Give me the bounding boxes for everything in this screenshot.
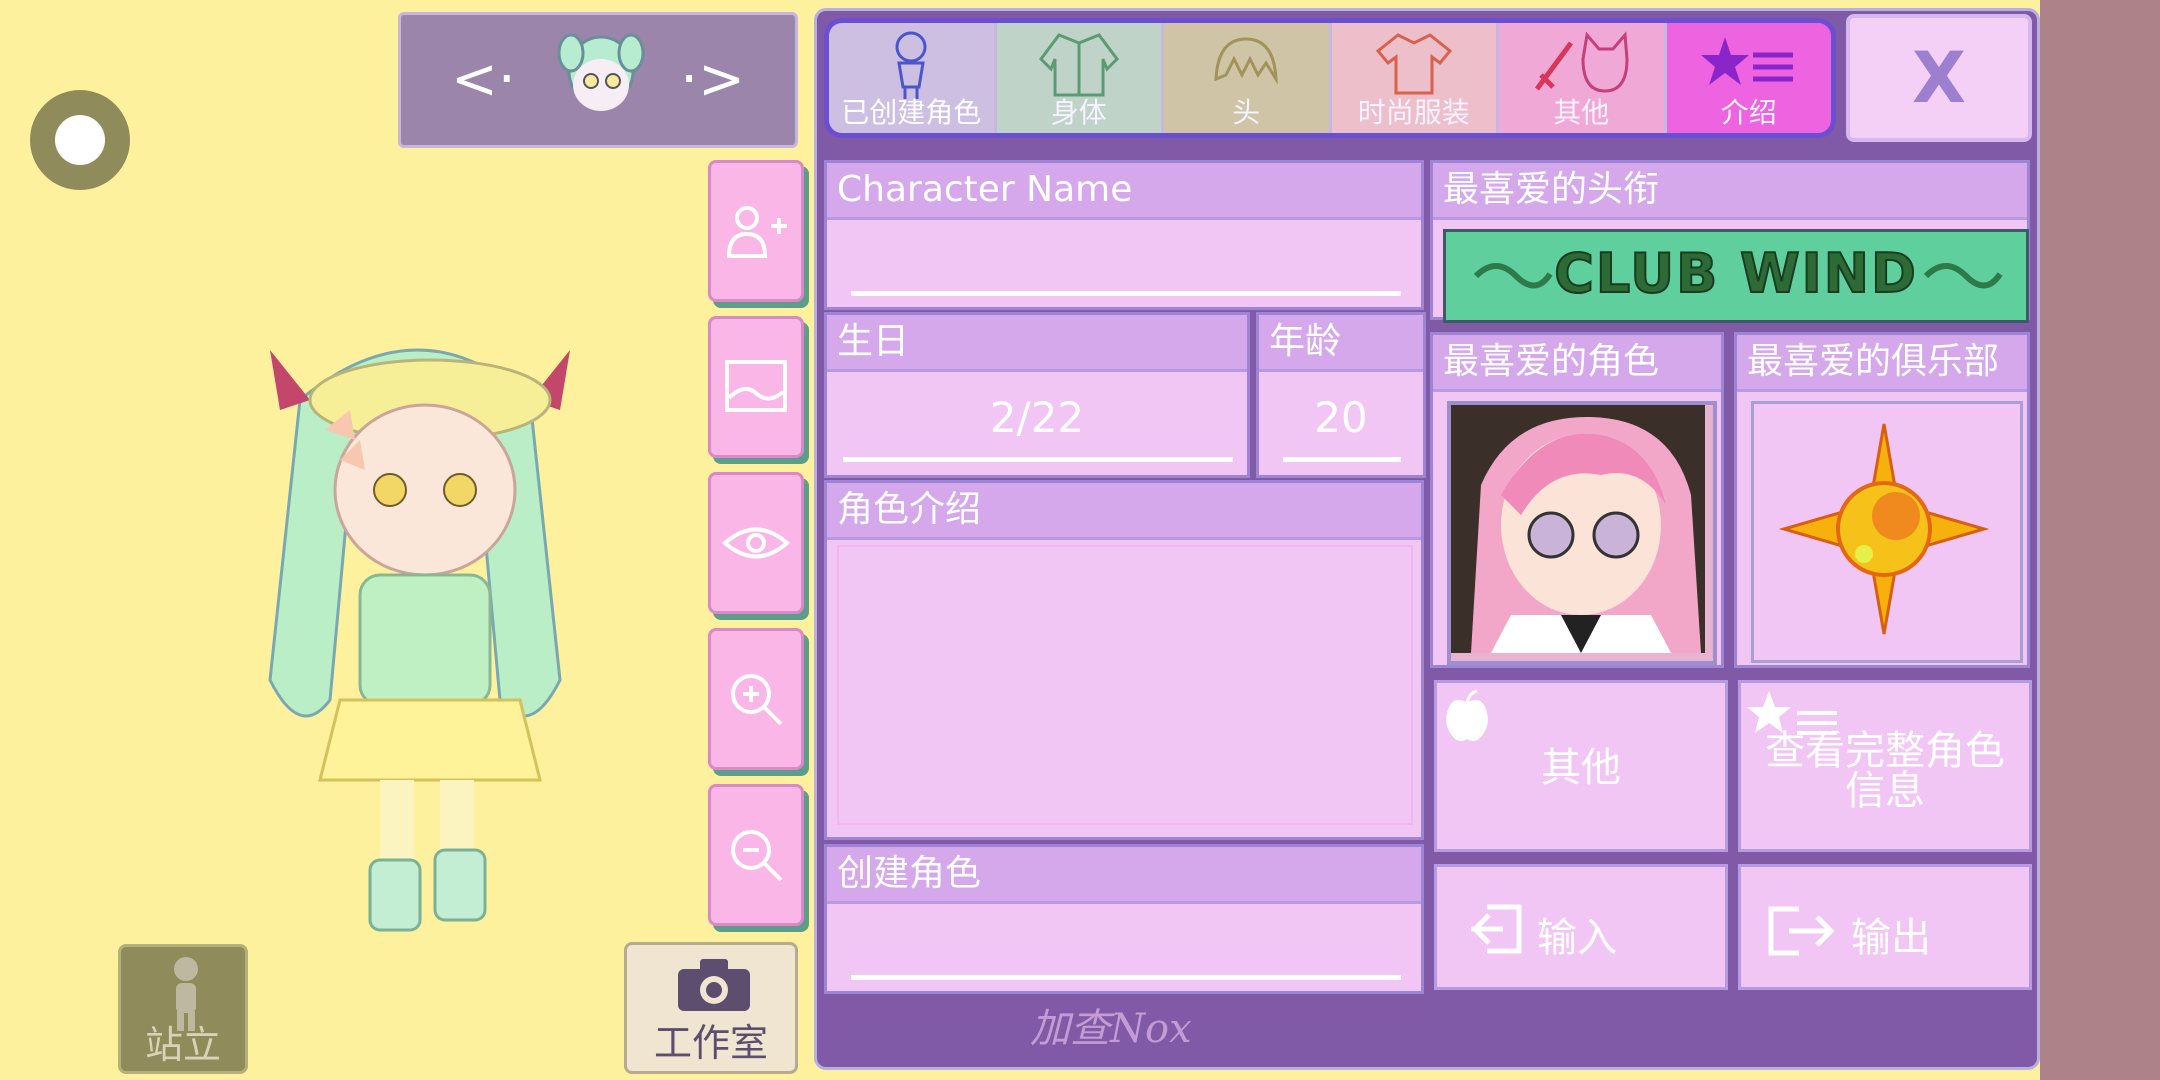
character-figure-icon — [895, 31, 927, 99]
chevron-left-icon[interactable]: <· — [451, 45, 516, 115]
other-label: 其他 — [1541, 745, 1621, 791]
character-name-input[interactable] — [837, 223, 1413, 293]
age-header: 年龄 — [1259, 315, 1423, 372]
studio-label: 工作室 — [653, 1021, 768, 1065]
character-head-icon — [557, 33, 645, 111]
camera-icon — [678, 959, 750, 1011]
record-button[interactable] — [30, 90, 130, 190]
birthday-underline — [843, 457, 1233, 462]
export-label: 输出 — [1851, 915, 1931, 961]
view-button[interactable] — [708, 472, 804, 614]
character-navigator: <· ·> — [398, 12, 798, 148]
stand-pose-button[interactable]: 站立 — [118, 944, 248, 1074]
add-user-icon — [726, 206, 787, 258]
favorite-character-portrait[interactable] — [1447, 401, 1717, 665]
character-name-card: Character Name — [824, 160, 1424, 310]
tab-body[interactable]: 身体 — [996, 23, 1164, 133]
tab-head[interactable]: 头 — [1164, 23, 1332, 133]
intro-header: 角色介绍 — [827, 483, 1421, 540]
creator-underline — [851, 975, 1401, 980]
birthday-card: 生日 2/22 — [824, 312, 1250, 478]
view-full-info-button[interactable]: 查看完整角色信息 — [1738, 680, 2032, 852]
tab-introduction[interactable]: 介绍 — [1666, 23, 1831, 133]
import-button[interactable]: 输入 — [1434, 864, 1728, 990]
jacket-icon — [1038, 33, 1119, 97]
favorite-character-card: 最喜爱的角色 — [1430, 332, 1724, 668]
import-label: 输入 — [1537, 915, 1617, 961]
background-button[interactable] — [708, 316, 804, 458]
watermark: 加查Nox — [1030, 1006, 1192, 1052]
full-info-label: 查看完整角色信息 — [1765, 728, 2005, 814]
eye-icon — [721, 527, 791, 559]
sword-cat-icon — [1535, 31, 1629, 93]
character-preview[interactable] — [230, 320, 610, 940]
import-icon — [1471, 904, 1522, 954]
favorite-club-card: 最喜爱的俱乐部 — [1734, 332, 2030, 668]
favorite-club-header: 最喜爱的俱乐部 — [1737, 335, 2027, 392]
tshirt-icon — [1375, 33, 1452, 95]
other-button[interactable]: 其他 — [1434, 680, 1728, 852]
sun-emblem-icon — [1778, 423, 1990, 635]
add-user-button[interactable] — [708, 160, 804, 302]
age-card: 年龄 20 — [1256, 312, 1426, 478]
category-tabs: 已创建角色 身体 头 时尚服装 其他 介绍 — [824, 18, 1836, 138]
chevron-right-icon[interactable]: ·> — [680, 45, 745, 115]
intro-card: 角色介绍 — [824, 480, 1424, 840]
creator-card: 创建角色 — [824, 844, 1424, 994]
studio-button[interactable]: 工作室 — [624, 942, 798, 1074]
title-banner[interactable]: CLUB WIND — [1443, 229, 2029, 323]
right-edge-strip — [2040, 0, 2160, 1080]
tab-fashion[interactable]: 时尚服装 — [1331, 23, 1499, 133]
tab-created-characters[interactable]: 已创建角色 — [829, 23, 997, 133]
zoom-out-button[interactable] — [708, 784, 804, 926]
birthday-header: 生日 — [827, 315, 1247, 372]
favorite-title-header: 最喜爱的头衔 — [1433, 163, 2027, 220]
zoom-out-icon — [731, 830, 783, 882]
creator-header: 创建角色 — [827, 847, 1421, 904]
image-icon — [725, 360, 787, 412]
close-button[interactable]: X — [1846, 14, 2032, 142]
age-value[interactable]: 20 — [1259, 393, 1423, 442]
export-icon — [1768, 906, 1835, 956]
favorite-title-card: 最喜爱的头衔 CLUB WIND — [1430, 160, 2030, 323]
wind-swirl-icon — [1923, 263, 2003, 289]
stand-label: 站立 — [144, 1023, 221, 1067]
favorite-club-emblem[interactable] — [1751, 401, 2023, 663]
zoom-in-button[interactable] — [708, 628, 804, 770]
zoom-in-icon — [731, 674, 783, 726]
character-name-header: Character Name — [827, 163, 1421, 220]
favorite-character-header: 最喜爱的角色 — [1433, 335, 1721, 392]
age-underline — [1283, 457, 1401, 462]
pink-hair-character-portrait — [1451, 405, 1705, 653]
hair-icon — [1214, 37, 1279, 85]
intro-textarea[interactable] — [837, 545, 1413, 825]
tab-other[interactable]: 其他 — [1499, 23, 1667, 133]
star-list-icon — [1700, 37, 1793, 85]
birthday-value[interactable]: 2/22 — [827, 393, 1247, 442]
name-underline — [851, 291, 1401, 296]
export-button[interactable]: 输出 — [1738, 864, 2032, 990]
creator-input[interactable] — [837, 907, 1413, 977]
